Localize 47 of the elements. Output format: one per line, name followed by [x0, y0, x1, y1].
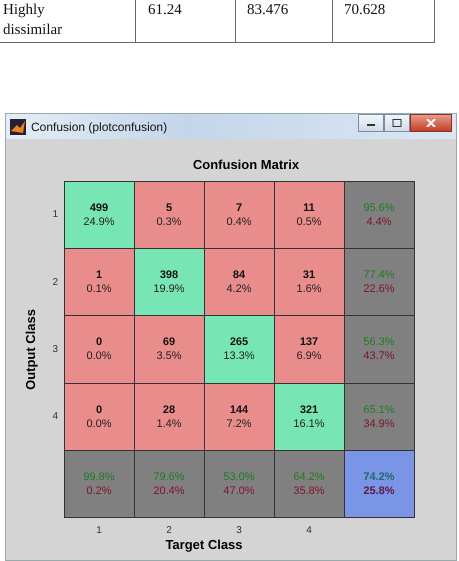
close-button[interactable]: [410, 114, 452, 132]
column-label: 1: [96, 524, 102, 536]
matrix-cell: 11 0.5%: [274, 180, 344, 249]
matrix-cell: 79.6% 20.4%: [134, 450, 204, 518]
column-label: 3: [236, 524, 242, 536]
app-icon: [10, 118, 26, 134]
matrix-cell: 56.3% 43.7%: [344, 315, 414, 384]
maximize-button[interactable]: [384, 114, 410, 132]
matrix-cell: 321 16.1%: [274, 382, 344, 452]
matrix-cell: 5 0.3%: [134, 180, 204, 249]
row-label: 2: [52, 276, 58, 288]
axis-label: Target Class: [165, 536, 243, 552]
matrix-cell: 499 24.9%: [64, 180, 134, 249]
matrix-cell: 28 1.4%: [134, 382, 204, 452]
column-label: 4: [306, 524, 312, 536]
matrix-cell: 1 0.1%: [64, 248, 134, 316]
row-label: 1: [52, 209, 58, 220]
matrix-cell: 65.1% 34.9%: [344, 382, 414, 452]
table-cell: 83.476: [236, 0, 333, 42]
matrix-cell: 53.0% 47.0%: [204, 450, 274, 518]
matrix-cell: 95.6% 4.4%: [344, 180, 414, 249]
row-label: 3: [52, 344, 58, 355]
matrix-cell: 64.2% 35.8%: [274, 450, 344, 518]
matrix-cell: 137 6.9%: [274, 315, 344, 384]
matrix-cell: 0 0.0%: [64, 315, 134, 384]
column-label: 2: [166, 524, 172, 536]
window-title: Confusion (plotconfusion): [31, 120, 168, 134]
matrix-cell: 144 7.2%: [204, 382, 274, 452]
matrix-cell: 7 0.4%: [204, 180, 274, 249]
table-cell: 70.628: [333, 0, 435, 42]
row-label: 4: [52, 411, 58, 422]
matrix-cell: 74.2% 25.8%: [344, 450, 414, 518]
matrix-cell: 265 13.3%: [204, 315, 274, 384]
matrix-cell: 84 4.2%: [204, 248, 274, 316]
close-icon: [426, 119, 436, 127]
matrix-cell: 0 0.0%: [64, 382, 134, 452]
chart-title: Confusion Matrix: [192, 156, 300, 174]
minimize-button[interactable]: [358, 114, 384, 132]
matrix-cell: 31 1.6%: [274, 248, 344, 316]
table-cell: Highly dissimilar: [0, 0, 136, 42]
table-cell: 61.24: [136, 0, 236, 42]
matrix-cell: 69 3.5%: [134, 315, 204, 384]
axis-label: Output Class: [23, 309, 38, 390]
maximize-icon: [392, 119, 402, 127]
matrix-cell: 77.4% 22.6%: [344, 248, 414, 316]
matrix-cell: 99.8% 0.2%: [64, 450, 134, 518]
matrix-cell: 398 19.9%: [134, 248, 204, 316]
